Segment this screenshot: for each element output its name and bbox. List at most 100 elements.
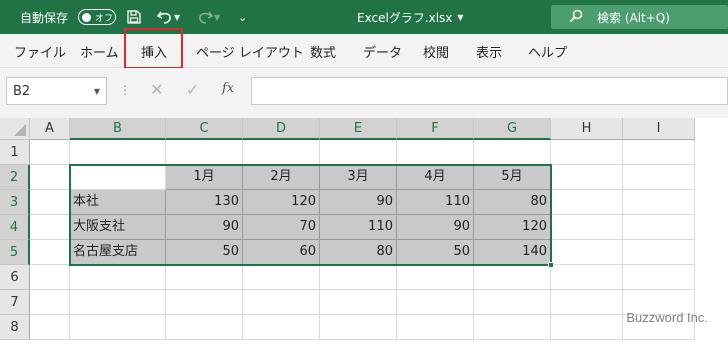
cell-i6[interactable] xyxy=(623,265,695,290)
cell-d3[interactable]: 120 xyxy=(243,190,320,215)
cell-g7[interactable] xyxy=(474,290,551,315)
fill-handle[interactable] xyxy=(548,262,554,268)
cell-f2[interactable]: 4月 xyxy=(397,165,474,190)
cell-e5[interactable]: 80 xyxy=(320,240,397,265)
cell-e7[interactable] xyxy=(320,290,397,315)
column-header-c[interactable]: C xyxy=(166,118,243,140)
search-box[interactable]: 検索 (Alt+Q) xyxy=(551,5,728,29)
customize-qat-icon[interactable]: ⌄ xyxy=(238,0,247,34)
undo-dropdown-icon[interactable]: ▼ xyxy=(174,13,180,22)
cell-b3[interactable]: 本社 xyxy=(70,190,166,215)
cell-i5[interactable] xyxy=(623,240,695,265)
cell-f7[interactable] xyxy=(397,290,474,315)
cell-d5[interactable]: 60 xyxy=(243,240,320,265)
cell-b6[interactable] xyxy=(70,265,166,290)
cell-c2[interactable]: 1月 xyxy=(166,165,243,190)
cell-i4[interactable] xyxy=(623,215,695,240)
cell-b8[interactable] xyxy=(70,315,166,340)
cell-i1[interactable] xyxy=(623,140,695,165)
cell-g8[interactable] xyxy=(474,315,551,340)
cell-g3[interactable]: 80 xyxy=(474,190,551,215)
select-all-button[interactable] xyxy=(0,118,30,140)
tab-formulas[interactable]: 数式 xyxy=(310,34,336,68)
column-header-f[interactable]: F xyxy=(397,118,474,140)
cell-b7[interactable] xyxy=(70,290,166,315)
cell-g4[interactable]: 120 xyxy=(474,215,551,240)
cell-a4[interactable] xyxy=(30,215,70,240)
cell-g5[interactable]: 140 xyxy=(474,240,551,265)
cell-a5[interactable] xyxy=(30,240,70,265)
cell-h6[interactable] xyxy=(551,265,623,290)
file-name[interactable]: Excelグラフ.xlsx ▼ xyxy=(357,0,464,34)
cell-c5[interactable]: 50 xyxy=(166,240,243,265)
cell-f3[interactable]: 110 xyxy=(397,190,474,215)
row-header-4[interactable]: 4 xyxy=(0,215,30,240)
cell-h1[interactable] xyxy=(551,140,623,165)
row-header-1[interactable]: 1 xyxy=(0,140,30,165)
cell-e6[interactable] xyxy=(320,265,397,290)
cell-c3[interactable]: 130 xyxy=(166,190,243,215)
cell-d1[interactable] xyxy=(243,140,320,165)
name-box[interactable]: B2 ▼ xyxy=(6,77,107,105)
cell-a1[interactable] xyxy=(30,140,70,165)
cell-a8[interactable] xyxy=(30,315,70,340)
cell-e1[interactable] xyxy=(320,140,397,165)
cell-c6[interactable] xyxy=(166,265,243,290)
cell-d6[interactable] xyxy=(243,265,320,290)
cell-f6[interactable] xyxy=(397,265,474,290)
cell-c7[interactable] xyxy=(166,290,243,315)
cell-d7[interactable] xyxy=(243,290,320,315)
autosave-toggle[interactable]: オフ xyxy=(78,9,116,25)
row-header-2[interactable]: 2 xyxy=(0,165,30,190)
column-header-e[interactable]: E xyxy=(320,118,397,140)
cell-g6[interactable] xyxy=(474,265,551,290)
cell-e4[interactable]: 110 xyxy=(320,215,397,240)
cell-b4[interactable]: 大阪支社 xyxy=(70,215,166,240)
cell-i2[interactable] xyxy=(623,165,695,190)
cell-d8[interactable] xyxy=(243,315,320,340)
cell-a2[interactable] xyxy=(30,165,70,190)
cell-f5[interactable]: 50 xyxy=(397,240,474,265)
cell-c1[interactable] xyxy=(166,140,243,165)
tab-page-layout[interactable]: ページ レイアウト xyxy=(196,34,304,68)
cell-g2[interactable]: 5月 xyxy=(474,165,551,190)
tab-data[interactable]: データ xyxy=(363,34,402,68)
tab-review[interactable]: 校閲 xyxy=(423,34,449,68)
cell-e2[interactable]: 3月 xyxy=(320,165,397,190)
formula-input[interactable] xyxy=(251,77,728,105)
more-options-icon[interactable]: ⋮ xyxy=(119,83,131,97)
cell-h4[interactable] xyxy=(551,215,623,240)
tab-view[interactable]: 表示 xyxy=(476,34,502,68)
cell-e8[interactable] xyxy=(320,315,397,340)
cell-h5[interactable] xyxy=(551,240,623,265)
cell-h3[interactable] xyxy=(551,190,623,215)
column-header-i[interactable]: I xyxy=(623,118,695,140)
tab-help[interactable]: ヘルプ xyxy=(528,34,567,68)
row-header-3[interactable]: 3 xyxy=(0,190,30,215)
cell-f8[interactable] xyxy=(397,315,474,340)
cell-b1[interactable] xyxy=(70,140,166,165)
row-header-8[interactable]: 8 xyxy=(0,315,30,340)
cell-h2[interactable] xyxy=(551,165,623,190)
cell-f4[interactable]: 90 xyxy=(397,215,474,240)
cell-c8[interactable] xyxy=(166,315,243,340)
column-header-g[interactable]: G xyxy=(474,118,551,140)
cell-i3[interactable] xyxy=(623,190,695,215)
tab-home[interactable]: ホーム xyxy=(80,34,119,68)
column-header-d[interactable]: D xyxy=(243,118,320,140)
cell-g1[interactable] xyxy=(474,140,551,165)
cell-b5[interactable]: 名古屋支店 xyxy=(70,240,166,265)
cell-h8[interactable] xyxy=(551,315,623,340)
cell-f1[interactable] xyxy=(397,140,474,165)
cell-e3[interactable]: 90 xyxy=(320,190,397,215)
chevron-down-icon[interactable]: ▼ xyxy=(94,87,100,96)
cell-d4[interactable]: 70 xyxy=(243,215,320,240)
cell-a3[interactable] xyxy=(30,190,70,215)
row-header-7[interactable]: 7 xyxy=(0,290,30,315)
cell-a7[interactable] xyxy=(30,290,70,315)
column-header-a[interactable]: A xyxy=(30,118,70,140)
tab-file[interactable]: ファイル xyxy=(14,34,66,68)
column-header-b[interactable]: B xyxy=(70,118,166,140)
row-header-6[interactable]: 6 xyxy=(0,265,30,290)
insert-function-icon[interactable]: fx xyxy=(222,81,234,96)
